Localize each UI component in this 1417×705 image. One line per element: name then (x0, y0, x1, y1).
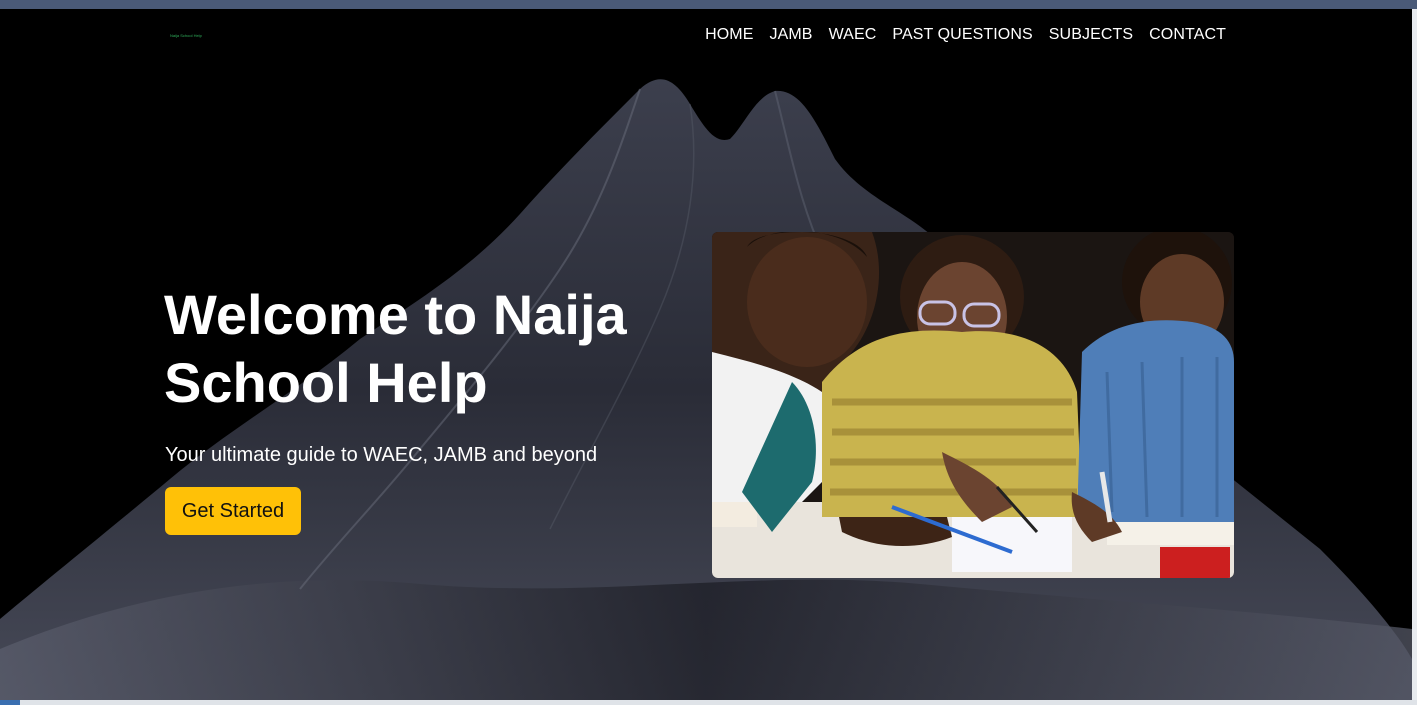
nav-item-subjects[interactable]: SUBJECTS (1049, 26, 1133, 44)
hero-image (712, 232, 1234, 578)
taskbar-indicator (0, 700, 20, 705)
window-right-edge (1412, 9, 1417, 705)
nav-item-past-questions[interactable]: PAST QUESTIONS (892, 26, 1032, 44)
nav-item-home[interactable]: HOME (705, 26, 753, 44)
site-logo[interactable]: Naija School Help (168, 31, 202, 41)
nav-item-contact[interactable]: CONTACT (1149, 26, 1226, 44)
nav-item-waec[interactable]: WAEC (829, 26, 877, 44)
students-illustration (712, 232, 1234, 578)
logo-wordmark: Naija School Help (170, 33, 202, 38)
get-started-button[interactable]: Get Started (165, 487, 301, 535)
hero-subtitle: Your ultimate guide to WAEC, JAMB and be… (165, 444, 598, 466)
nav-item-jamb[interactable]: JAMB (769, 26, 812, 44)
main-nav: HOME JAMB WAEC PAST QUESTIONS SUBJECTS C… (705, 26, 1226, 44)
browser-bottom-strip (0, 700, 1417, 705)
hero-title: Welcome to Naija School Help (164, 283, 627, 414)
hero-section: Naija School Help HOME JAMB WAEC PAST QU… (0, 9, 1412, 700)
browser-top-strip (0, 0, 1417, 9)
